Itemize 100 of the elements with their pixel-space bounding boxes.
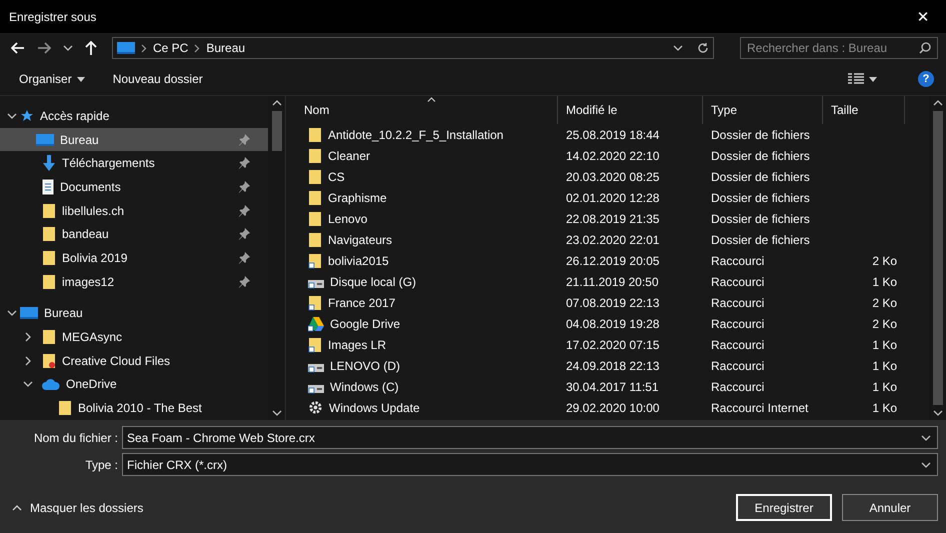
sidebar-item[interactable]: bandeau: [0, 222, 268, 246]
breadcrumb[interactable]: Ce PC: [153, 41, 188, 55]
column-header[interactable]: Modifié le: [558, 96, 703, 124]
organize-menu[interactable]: Organiser: [8, 68, 96, 90]
chevron-down-icon[interactable]: [932, 408, 942, 418]
chevron-down-icon[interactable]: [272, 408, 282, 418]
sidebar-item[interactable]: MEGAsync: [0, 325, 268, 349]
scroll-thumb[interactable]: [932, 111, 942, 405]
chevron-up-icon[interactable]: [932, 98, 942, 108]
sidebar-item[interactable]: Bolivia 2019: [0, 246, 268, 270]
chevron-right-icon: [141, 44, 147, 52]
breadcrumb[interactable]: Bureau: [206, 41, 246, 55]
chevron-down-icon[interactable]: [921, 460, 931, 470]
file-name: bolivia2015: [328, 254, 389, 268]
file-name: Lenovo: [328, 212, 368, 226]
pin-icon[interactable]: [239, 180, 250, 193]
sidebar-item[interactable]: OneDrive: [0, 372, 268, 396]
chevron-right-icon: [194, 44, 200, 52]
chevron-down-icon[interactable]: [7, 308, 17, 318]
folder-icon: [42, 352, 56, 369]
sidebar-item[interactable]: Bolivia 2010 - The Best: [0, 396, 268, 420]
file-type: Raccourci: [710, 254, 766, 268]
chevron-down-icon[interactable]: [7, 110, 17, 121]
sidebar-item[interactable]: Téléchargements: [0, 151, 268, 176]
modified-date: 17.02.2020 07:15: [565, 338, 660, 352]
new-folder-button[interactable]: Nouveau dossier: [102, 68, 214, 90]
pin-icon[interactable]: [239, 204, 250, 217]
file-name: Images LR: [328, 338, 386, 352]
file-row[interactable]: Google Drive 04.08.2019 19:28 Raccourci 2 Ko: [286, 313, 929, 334]
file-size: 1 Ko: [871, 274, 898, 288]
file-row[interactable]: LENOVO (D) 24.09.2018 22:13 Raccourci 1 Ko: [286, 355, 929, 376]
pin-icon[interactable]: [239, 252, 250, 264]
file-type: Dossier de fichiers: [710, 148, 811, 162]
chevron-up-icon[interactable]: [272, 98, 282, 108]
column-header[interactable]: Nom: [296, 96, 558, 124]
modified-date: 24.09.2018 22:13: [565, 358, 660, 372]
pin-icon[interactable]: [239, 228, 250, 240]
arrow-up-icon: [85, 41, 97, 55]
sidebar-item[interactable]: Creative Cloud Files: [0, 348, 268, 373]
file-row[interactable]: Disque local (G) 21.11.2019 20:50 Raccourci 1 Ko: [286, 271, 929, 292]
hide-folders-button[interactable]: Masquer les dossiers: [0, 500, 156, 514]
file-size: 1 Ko: [871, 358, 898, 372]
folder-icon: [58, 400, 72, 416]
modified-date: 07.08.2019 22:13: [565, 296, 660, 310]
sidebar-item[interactable]: images12: [0, 270, 268, 294]
modified-date: 25.08.2019 18:44: [565, 128, 660, 142]
file-row[interactable]: CS 20.03.2020 08:25 Dossier de fichiers: [286, 166, 929, 187]
sidebar-item[interactable]: libellules.ch: [0, 198, 268, 222]
cancel-button[interactable]: Annuler: [842, 494, 938, 521]
close-button[interactable]: ✕: [900, 0, 946, 33]
file-type: Raccourci: [710, 316, 766, 330]
arrow-left-icon: [11, 42, 25, 54]
save-button[interactable]: Enregistrer: [736, 494, 832, 521]
pin-icon[interactable]: [239, 157, 250, 170]
modified-date: 21.11.2019 20:50: [565, 274, 660, 288]
chevron-down-icon[interactable]: [673, 43, 683, 53]
file-row[interactable]: bolivia2015 26.12.2019 20:05 Raccourci 2 Ko: [286, 250, 929, 271]
file-row[interactable]: Images LR 17.02.2020 07:15 Raccourci 1 Ko: [286, 334, 929, 355]
file-row[interactable]: Lenovo 22.08.2019 21:35 Dossier de fichiers: [286, 208, 929, 229]
chevron-right-icon[interactable]: [23, 356, 33, 366]
scroll-thumb[interactable]: [272, 111, 282, 151]
file-type: Dossier de fichiers: [710, 232, 811, 246]
file-row[interactable]: Windows Update 29.02.2020 10:00 Raccourci Internet 1 Ko: [286, 397, 929, 418]
sidebar-item[interactable]: Accès rapide: [0, 104, 268, 128]
sidebar-item[interactable]: Documents: [0, 175, 268, 199]
modified-date: 14.02.2020 22:10: [565, 148, 660, 162]
chevron-down-icon[interactable]: [921, 432, 931, 442]
arrow-right-icon: [37, 42, 51, 54]
folder-icon: [308, 210, 322, 226]
chevron-right-icon[interactable]: [23, 332, 33, 342]
file-row[interactable]: Antidote_10.2.2_F_5_Installation 25.08.2019 18:44 Dossier de fichiers: [286, 124, 929, 145]
folder-icon: [308, 232, 322, 248]
modified-date: 30.04.2017 11:51: [565, 380, 660, 394]
column-header[interactable]: Taille: [823, 96, 905, 124]
refresh-icon[interactable]: [697, 42, 709, 54]
help-button[interactable]: ?: [918, 71, 934, 87]
pin-icon[interactable]: [239, 276, 250, 288]
file-row[interactable]: Windows (C) 30.04.2017 11:51 Raccourci 1 Ko: [286, 376, 929, 397]
caret-icon: [869, 76, 877, 82]
file-name: Windows Update: [329, 400, 420, 414]
address-bar[interactable]: Ce PC Bureau: [112, 37, 714, 59]
chevron-down-icon[interactable]: [63, 43, 73, 53]
folder-icon: [308, 126, 322, 142]
file-type: Raccourci: [710, 338, 766, 352]
column-header[interactable]: Type: [703, 96, 823, 124]
search-field[interactable]: Rechercher dans : Bureau: [740, 37, 938, 59]
chevron-down-icon[interactable]: [23, 379, 33, 390]
sidebar-item[interactable]: Bureau: [0, 128, 268, 152]
file-row[interactable]: Graphisme 02.01.2020 12:28 Dossier de fichiers: [286, 187, 929, 208]
file-row[interactable]: France 2017 07.08.2019 22:13 Raccourci 2 Ko: [286, 292, 929, 313]
window-title: Enregistrer sous: [9, 10, 96, 24]
filename-field[interactable]: Sea Foam - Chrome Web Store.crx: [122, 426, 938, 449]
sidebar-item[interactable]: Bureau: [0, 302, 268, 326]
pin-icon[interactable]: [239, 134, 250, 146]
gear-icon: [308, 400, 323, 415]
file-row[interactable]: Cleaner 14.02.2020 22:10 Dossier de fichiers: [286, 145, 929, 166]
file-type-select[interactable]: Fichier CRX (*.crx): [122, 453, 938, 476]
file-row[interactable]: Navigateurs 23.02.2020 22:01 Dossier de fichiers: [286, 229, 929, 250]
file-name: CS: [328, 170, 345, 184]
caret-icon: [76, 76, 85, 82]
